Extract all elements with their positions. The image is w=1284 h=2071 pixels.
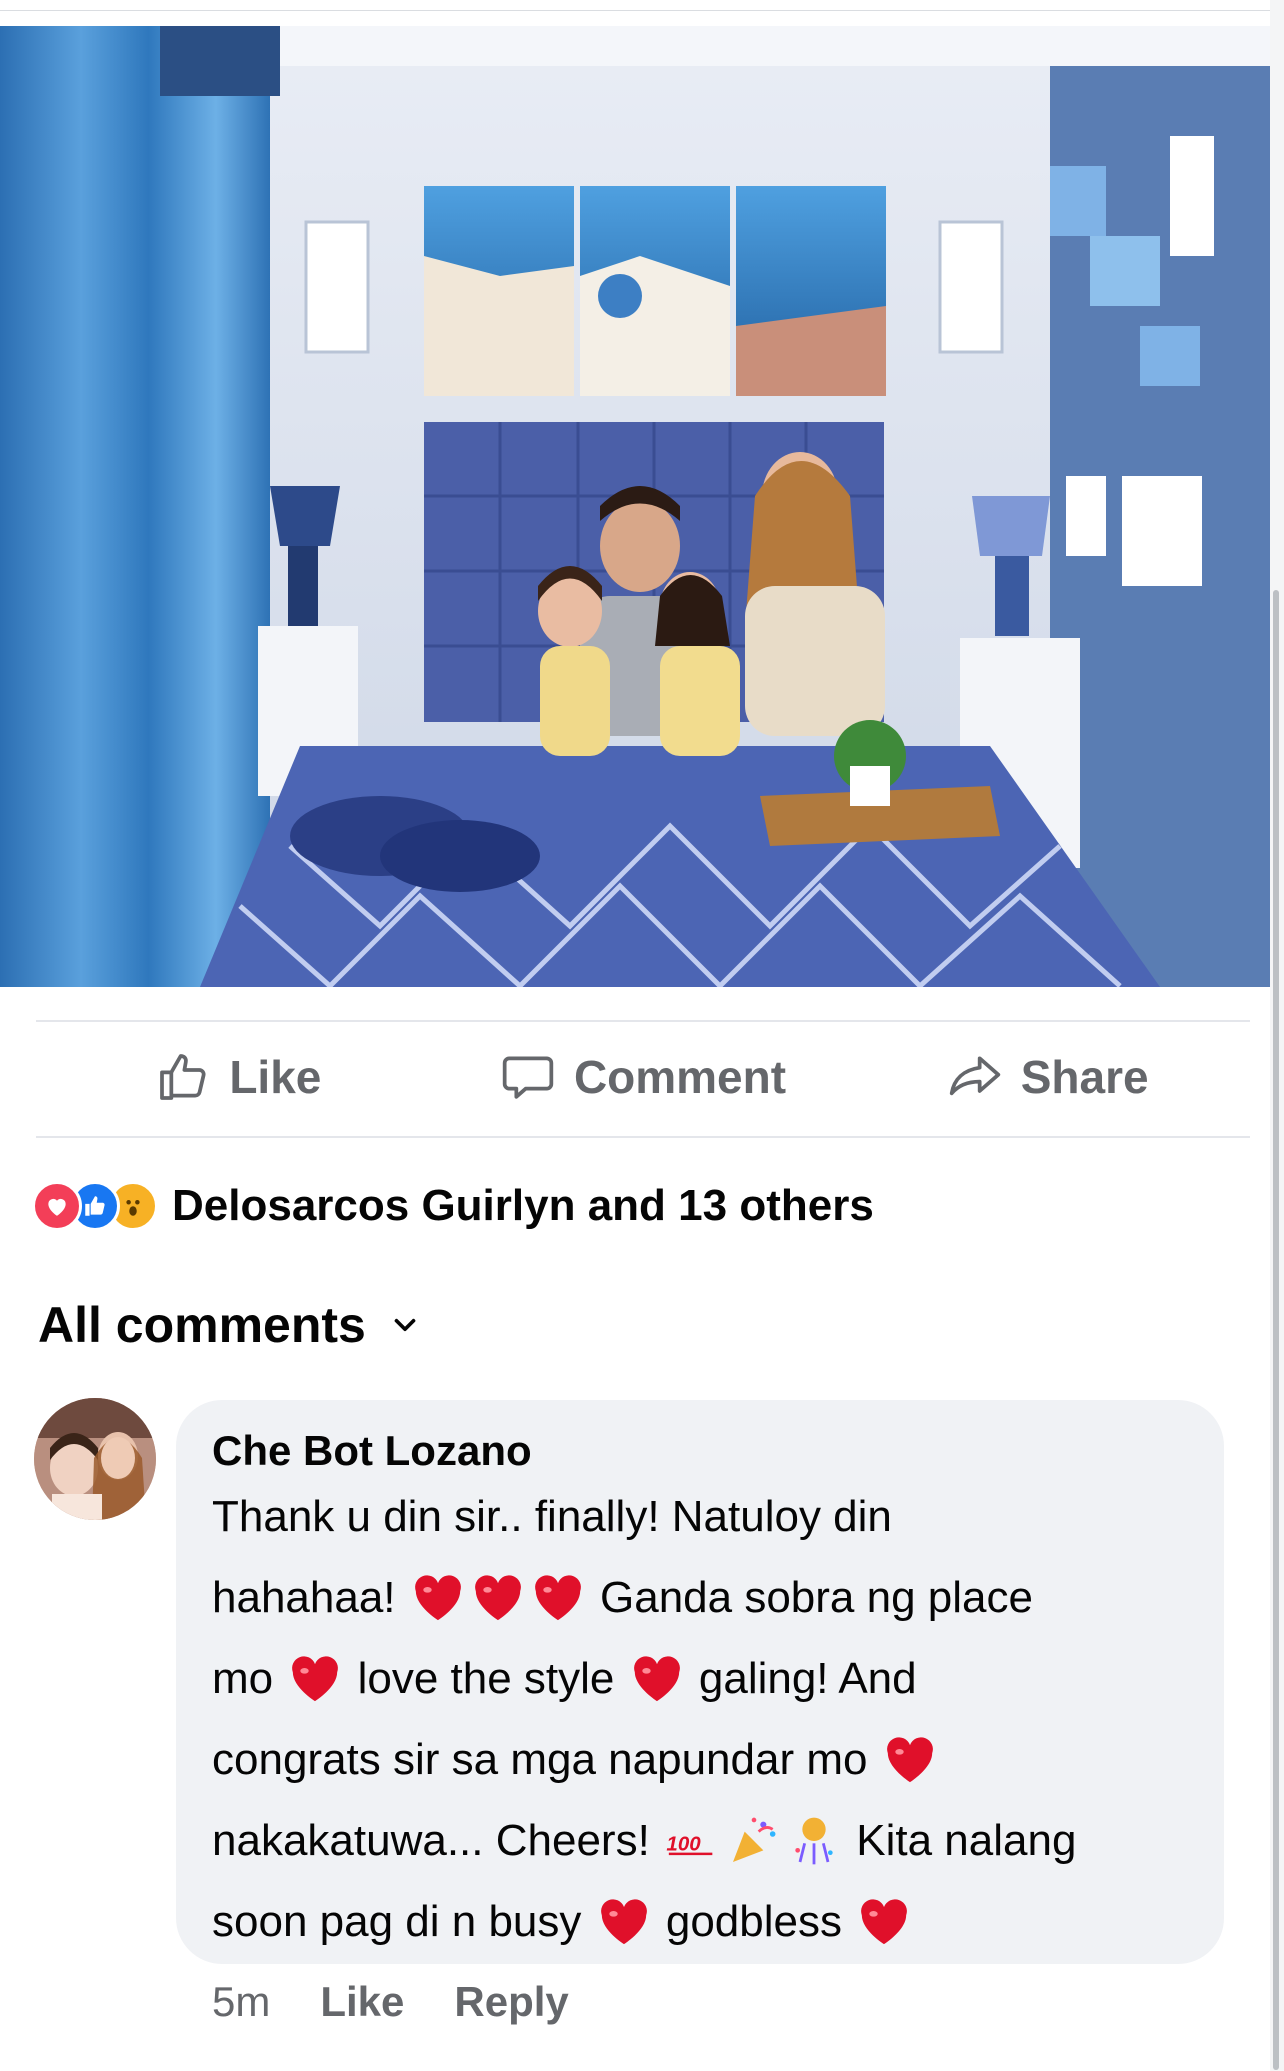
- like-button[interactable]: Like: [36, 1022, 441, 1132]
- reactions-summary-text: Delosarcos Guirlyn and 13 others: [172, 1181, 874, 1230]
- comment-author[interactable]: Che Bot Lozano: [212, 1424, 1188, 1478]
- share-button-label: Share: [1020, 1051, 1149, 1103]
- comment-text-segment: godbless: [665, 1897, 842, 1946]
- reaction-icons: [32, 1181, 158, 1231]
- comment-text-segment: soon pag di n busy: [212, 1897, 582, 1946]
- comment-text-segment: Thank u din sir.. finally! Natuloy din: [212, 1492, 892, 1541]
- comment-button-label: Comment: [573, 1051, 787, 1103]
- commenter-avatar-photo: [34, 1398, 156, 1520]
- like-button-label: Like: [229, 1051, 322, 1103]
- red-heart-icon: [534, 1575, 581, 1621]
- comment-meta: 5m Like Reply: [212, 1978, 569, 2026]
- red-heart-icon: [861, 1899, 908, 1945]
- comment-text-segment: Ganda sobra ng place: [600, 1573, 1033, 1622]
- avatar[interactable]: [34, 1398, 156, 1520]
- reactions-summary[interactable]: Delosarcos Guirlyn and 13 others: [32, 1174, 874, 1238]
- comment-like-link[interactable]: Like: [320, 1978, 404, 2026]
- actions-bottom-divider: [36, 1136, 1250, 1138]
- red-heart-icon: [474, 1575, 521, 1621]
- red-heart-icon: [600, 1899, 647, 1945]
- post-actions-bar: Like Comment Share: [36, 1022, 1250, 1132]
- comment-text-segment: love the style: [357, 1654, 615, 1703]
- party-popper-icon: [733, 1817, 776, 1862]
- post-top-border: [0, 0, 1270, 11]
- red-heart-icon: [292, 1656, 339, 1702]
- share-arrow-icon: [949, 1056, 1000, 1096]
- comment-bubble-icon: [502, 1056, 554, 1099]
- comment-text-segment: hahahaa!: [212, 1573, 396, 1622]
- comments-filter-dropdown[interactable]: All comments: [38, 1296, 422, 1354]
- red-heart-icon: [886, 1737, 933, 1783]
- comment-timestamp: 5m: [212, 1978, 271, 2025]
- comment-text-segment: Kita nalang: [856, 1816, 1077, 1865]
- chevron-down-icon: [394, 1318, 416, 1332]
- comment-button[interactable]: Comment: [441, 1022, 846, 1132]
- comment-text-segment: congrats sir sa mga napundar mo: [212, 1735, 868, 1784]
- svg-text:100: 100: [666, 1832, 701, 1855]
- comments-filter-label: All comments: [38, 1297, 366, 1353]
- scrollbar[interactable]: [1270, 0, 1284, 2071]
- family-bedroom-photo: [0, 26, 1270, 987]
- thumbs-up-icon: [160, 1054, 206, 1100]
- comment-text-segment: mo: [212, 1654, 274, 1703]
- red-heart-icon: [414, 1575, 461, 1621]
- love-icon: [32, 1181, 82, 1231]
- confetti-ball-icon: [795, 1817, 833, 1865]
- comment-bubble: Che Bot Lozano Thank u din sir.. finally…: [176, 1400, 1224, 1964]
- scrollbar-thumb[interactable]: [1273, 590, 1279, 2070]
- comment-text: Thank u din sir.. finally! Natuloy din h…: [212, 1476, 1202, 1962]
- comment-text-segment: nakakatuwa... Cheers!: [212, 1816, 650, 1865]
- hundred-points-icon: 100: [666, 1832, 713, 1855]
- share-button[interactable]: Share: [845, 1022, 1250, 1132]
- comment-text-segment: galing! And: [698, 1654, 917, 1703]
- red-heart-icon: [633, 1656, 680, 1702]
- post-photo[interactable]: [0, 26, 1270, 987]
- comment-reply-link[interactable]: Reply: [454, 1978, 568, 2026]
